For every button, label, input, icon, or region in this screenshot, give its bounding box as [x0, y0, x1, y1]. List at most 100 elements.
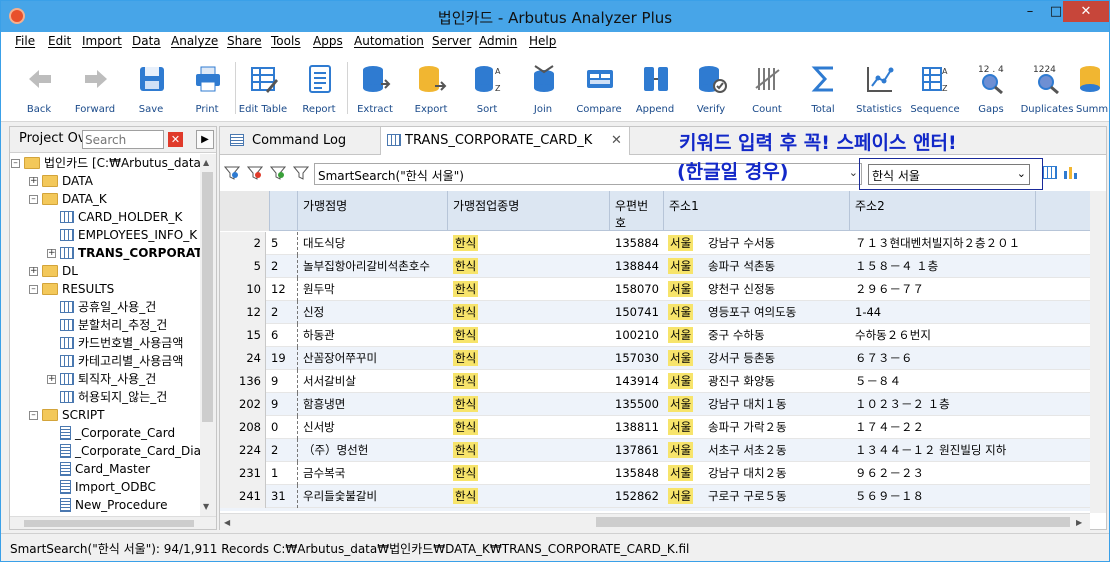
cell-address2[interactable]: 1-44: [850, 301, 1090, 324]
cell-zip[interactable]: 138811: [610, 416, 664, 439]
cell-city[interactable]: 서울: [664, 255, 710, 278]
tree-expander-icon[interactable]: –: [29, 411, 38, 420]
record-number[interactable]: 5: [220, 255, 266, 278]
cell-merchant-type[interactable]: 한식: [448, 393, 610, 416]
cell-city[interactable]: 서울: [664, 370, 710, 393]
cell-merchant-name[interactable]: 신정: [298, 301, 448, 324]
clear-search-icon[interactable]: ✕: [168, 132, 183, 147]
cell-address1[interactable]: 강남구 대치２동: [708, 462, 850, 485]
grid-view-icon[interactable]: [1043, 166, 1057, 179]
grid-horizontal-scrollbar[interactable]: ◀ ▶: [220, 513, 1090, 530]
tree-node[interactable]: 분할처리_추정_건: [60, 316, 167, 334]
menu-server[interactable]: Server: [432, 34, 471, 48]
cell-address1[interactable]: 광진구 화양동: [708, 370, 850, 393]
table-row[interactable]: 24 19 산꼼장어쭈꾸미 한식 157030 서울 강서구 등촌동 ６７３－６: [220, 347, 1090, 370]
tree-hscroll-thumb[interactable]: [24, 520, 194, 527]
back-button[interactable]: Back: [11, 56, 67, 120]
cell-zip[interactable]: 158070: [610, 278, 664, 301]
table-row[interactable]: 15 6 하동관 한식 100210 서울 중구 수하동 수하동２６번지: [220, 324, 1090, 347]
cell-city[interactable]: 서울: [664, 439, 710, 462]
statistics-button[interactable]: Statistics: [851, 56, 907, 120]
record-number[interactable]: 202: [220, 393, 266, 416]
cell-city[interactable]: 서울: [664, 347, 710, 370]
menu-file[interactable]: File: [15, 34, 35, 48]
cell-address2[interactable]: １０２３－２ １층: [850, 393, 1090, 416]
cell-city[interactable]: 서울: [664, 232, 710, 255]
cell-zip[interactable]: 100210: [610, 324, 664, 347]
cell-hidden-col[interactable]: 9: [266, 393, 298, 416]
cell-address1[interactable]: 강서구 등촌동: [708, 347, 850, 370]
filter-icon[interactable]: [293, 166, 309, 180]
summarize-button[interactable]: Summ: [1069, 56, 1109, 120]
search-dropdown-icon[interactable]: ⌄: [1017, 167, 1026, 180]
tree-node[interactable]: 퇴직자_사용_건: [60, 370, 156, 388]
cell-merchant-name[interactable]: 산꼼장어쭈꾸미: [298, 347, 448, 370]
menu-edit[interactable]: Edit: [48, 34, 71, 48]
extract-button[interactable]: Extract: [347, 56, 403, 120]
menu-import[interactable]: Import: [82, 34, 122, 48]
menu-analyze[interactable]: Analyze: [171, 34, 218, 48]
table-row[interactable]: 208 0 신서방 한식 138811 서울 송파구 가락２동 １７４－２２: [220, 416, 1090, 439]
scroll-up-icon[interactable]: ▲: [203, 158, 209, 167]
column-header-merchant-name[interactable]: 가맹점명: [298, 191, 448, 231]
cell-merchant-name[interactable]: 금수복국: [298, 462, 448, 485]
smart-search-input[interactable]: 한식 서울 ⌄: [868, 164, 1030, 185]
append-button[interactable]: Append: [627, 56, 683, 120]
cell-address2[interactable]: ２９６－７７: [850, 278, 1090, 301]
count-button[interactable]: Count: [739, 56, 795, 120]
tree-node[interactable]: DATA: [42, 172, 93, 190]
cell-address1[interactable]: 송파구 석촌동: [708, 255, 850, 278]
tab-command-log[interactable]: Command Log: [230, 127, 380, 155]
total-button[interactable]: Total: [795, 56, 851, 120]
panel-arrow-icon[interactable]: ▶: [196, 130, 214, 149]
table-row[interactable]: 241 31 우리들숯불갈비 한식 152862 서울 구로구 구로５동 ５６９－１８: [220, 485, 1090, 508]
table-row[interactable]: 202 9 함흥냉면 한식 135500 서울 강남구 대치１동 １０２３－２ １층: [220, 393, 1090, 416]
compare-button[interactable]: Compare: [571, 56, 627, 120]
cell-merchant-type[interactable]: 한식: [448, 462, 610, 485]
cell-zip[interactable]: 135848: [610, 462, 664, 485]
scroll-down-icon[interactable]: ▼: [203, 502, 209, 511]
cell-address2[interactable]: １５８－４ １층: [850, 255, 1090, 278]
tree-vertical-scrollbar[interactable]: ▲ ▼: [200, 154, 216, 516]
cell-address2[interactable]: １３４４－１２ 원진빌딩 지하: [850, 439, 1090, 462]
table-row[interactable]: 5 2 놀부집항아리갈비석촌호수 한식 138844 서울 송파구 석촌동 １５８－４ １층: [220, 255, 1090, 278]
cell-zip[interactable]: 143914: [610, 370, 664, 393]
tree-horizontal-scrollbar[interactable]: [10, 516, 216, 529]
column-header-address2[interactable]: 주소2: [850, 191, 1036, 231]
tree-expander-icon[interactable]: –: [29, 195, 38, 204]
menu-automation[interactable]: Automation: [354, 34, 424, 48]
cell-merchant-type[interactable]: 한식: [448, 301, 610, 324]
cell-merchant-name[interactable]: （주）명선헌: [298, 439, 448, 462]
record-number[interactable]: 224: [220, 439, 266, 462]
record-number[interactable]: 208: [220, 416, 266, 439]
cell-address1[interactable]: 양천구 신정동: [708, 278, 850, 301]
sequence-button[interactable]: AZ Sequence: [907, 56, 963, 120]
table-row[interactable]: 231 1 금수복국 한식 135848 서울 강남구 대치２동 ９６２－２３: [220, 462, 1090, 485]
menu-share[interactable]: Share: [227, 34, 262, 48]
record-number[interactable]: 241: [220, 485, 266, 508]
tree-node[interactable]: _Corporate_Card: [60, 424, 175, 442]
tree-node[interactable]: 카테고리별_사용금액: [60, 352, 183, 370]
forward-button[interactable]: Forward: [67, 56, 123, 120]
cell-zip[interactable]: 138844: [610, 255, 664, 278]
cell-address1[interactable]: 영등포구 여의도동: [708, 301, 850, 324]
cell-merchant-name[interactable]: 우리들숯불갈비: [298, 485, 448, 508]
cell-merchant-type[interactable]: 한식: [448, 370, 610, 393]
cell-merchant-name[interactable]: 함흥냉면: [298, 393, 448, 416]
cell-city[interactable]: 서울: [664, 393, 710, 416]
table-row[interactable]: 12 2 신정 한식 150741 서울 영등포구 여의도동 1-44: [220, 301, 1090, 324]
cell-address2[interactable]: ９６２－２３: [850, 462, 1090, 485]
close-tab-icon[interactable]: ✕: [611, 127, 622, 155]
cell-merchant-type[interactable]: 한식: [448, 255, 610, 278]
minimize-button[interactable]: –: [1017, 1, 1043, 22]
tree-node[interactable]: _Corporate_Card_Dia: [60, 442, 200, 460]
cell-merchant-name[interactable]: 대도식당: [298, 232, 448, 255]
sort-button[interactable]: AZ Sort: [459, 56, 515, 120]
cell-hidden-col[interactable]: 6: [266, 324, 298, 347]
menu-admin[interactable]: Admin: [479, 34, 517, 48]
tree-expander-icon[interactable]: +: [29, 267, 38, 276]
cell-address2[interactable]: ７１３현대벤처빌지하２층２０１: [850, 232, 1090, 255]
cell-merchant-name[interactable]: 놀부집항아리갈비석촌호수: [298, 255, 448, 278]
tree-node[interactable]: DATA_K: [42, 190, 107, 208]
cell-hidden-col[interactable]: 2: [266, 301, 298, 324]
